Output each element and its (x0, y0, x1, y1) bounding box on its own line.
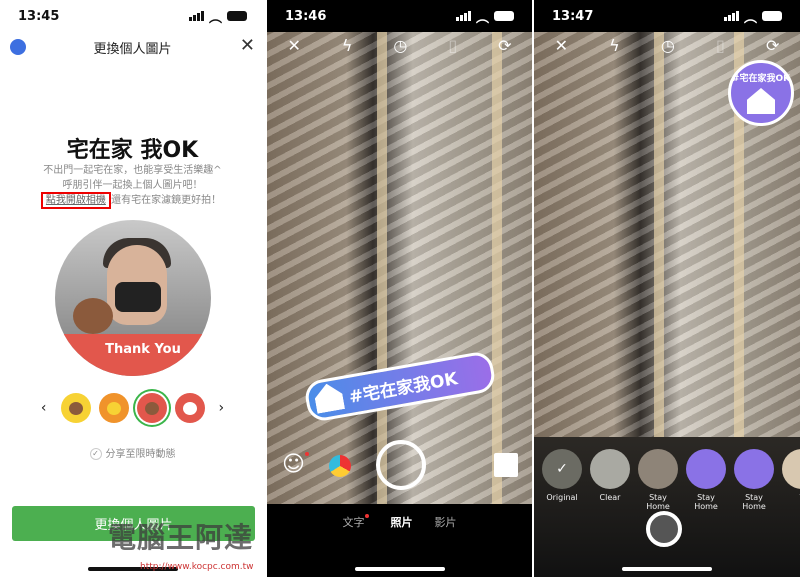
check-icon: ✓ (89, 448, 102, 460)
house-icon (638, 449, 678, 489)
sticker-option[interactable] (98, 393, 129, 423)
share-label: 分享至限時動態 (105, 449, 176, 460)
home-indicator (354, 567, 445, 571)
camera-toolbar: ✕ ϟ ◷ ▯ ⟳ (534, 36, 800, 55)
filter-option[interactable]: ✓ Original (542, 449, 582, 511)
face-effects-icon[interactable]: ☺ (282, 452, 309, 477)
filter-label: Stay Home (646, 493, 670, 511)
signal-icon (455, 11, 471, 21)
flash-off-icon[interactable]: ϟ (609, 36, 620, 55)
filter-option[interactable]: Stay Home (686, 449, 726, 511)
desc-line: 不出門一起宅在家，也能享受生活樂趣^ (43, 165, 222, 176)
app-logo-icon (10, 39, 26, 55)
description: 不出門一起宅在家，也能享受生活樂趣^ 呼朋引伴一起換上個人圖片吧！ 點我開啟相機… (0, 163, 265, 209)
close-icon[interactable]: ✕ (287, 36, 300, 55)
aspect-ratio-icon[interactable]: ▯ (716, 36, 725, 55)
filter-label: Original (546, 493, 578, 502)
status-time: 13:47 (552, 8, 594, 24)
tab-video[interactable]: 影片 (435, 514, 457, 530)
flash-off-icon[interactable]: ϟ (342, 36, 353, 55)
filter-option[interactable]: Clear (590, 449, 630, 511)
home-indicator (622, 567, 712, 571)
avatar-caption: Thank You (55, 334, 211, 376)
status-bar: 13:47 ︵ (534, 0, 800, 32)
sticker-picker: ‹ › (0, 393, 265, 423)
screen-change-profile-image: 13:45 ︵ 更換個人圖片 ✕ 宅在家 我OK 不出門一起宅在家，也能享受生活… (0, 0, 265, 577)
plant-icon (590, 449, 630, 489)
header: 更換個人圖片 ✕ (0, 32, 265, 62)
signal-icon (723, 11, 739, 21)
wifi-icon: ︵ (475, 10, 489, 26)
screen-camera: 13:46 ︵ ✕ ϟ ◷ ▯ ⟳ ☺ 文字 照片 影片 (267, 0, 532, 577)
avatar-preview: Thank You (55, 220, 211, 376)
filter-label: Y (782, 493, 800, 502)
wifi-icon: ︵ (743, 10, 757, 26)
screen-camera-filters: 13:47 ︵ ✕ ϟ ◷ ▯ ⟳ #宅在家我OK ✓ Original Clear… (534, 0, 800, 577)
timer-icon[interactable]: ◷ (393, 36, 407, 55)
switch-camera-icon[interactable]: ⟳ (498, 36, 511, 55)
status-bar: 13:46 ︵ (267, 0, 532, 32)
close-icon[interactable]: ✕ (555, 36, 568, 55)
chevron-right-icon[interactable]: › (213, 400, 231, 416)
share-to-story-checkbox[interactable]: ✓ 分享至限時動態 (0, 445, 265, 460)
desc-line: 還有宅在家濾鏡更好拍！ (111, 195, 222, 206)
camera-viewfinder (267, 32, 532, 504)
bear-sticker-icon (73, 298, 113, 334)
sticker-option[interactable] (136, 393, 167, 423)
watermark: 電腦王阿達 (108, 521, 254, 554)
status-time: 13:46 (285, 8, 327, 24)
shutter-button[interactable] (646, 511, 682, 547)
tab-photo[interactable]: 照片 (391, 514, 413, 530)
character-icon (144, 401, 159, 415)
house-icon (734, 449, 774, 489)
open-camera-link[interactable]: 點我開啟相機 (40, 192, 111, 209)
gallery-thumbnail[interactable] (494, 453, 518, 477)
battery-icon (494, 11, 514, 21)
plant-icon: ✓ (542, 449, 582, 489)
filter-option[interactable]: Y (782, 449, 800, 511)
badge-text: #宅在家我OK (731, 74, 791, 84)
filter-option[interactable]: Stay Home (638, 449, 678, 511)
camera-mode-tabs: 文字 照片 影片 (267, 504, 532, 540)
character-icon (182, 401, 197, 415)
house-icon (686, 449, 726, 489)
battery-icon (762, 11, 782, 21)
house-icon (747, 88, 775, 114)
wifi-icon: ︵ (208, 10, 222, 26)
header-title: 更換個人圖片 (93, 41, 172, 57)
chevron-left-icon[interactable]: ‹ (35, 400, 53, 416)
stay-home-badge: #宅在家我OK (728, 60, 794, 126)
character-icon (106, 401, 121, 415)
close-icon[interactable]: ✕ (240, 35, 255, 56)
watermark-url: http://www.kocpc.com.tw (140, 562, 254, 572)
switch-camera-icon[interactable]: ⟳ (766, 36, 779, 55)
page-title: 宅在家 我OK (66, 138, 199, 163)
filter-label: Clear (599, 493, 621, 502)
house-icon (782, 449, 800, 489)
color-filter-icon[interactable] (329, 455, 351, 477)
camera-toolbar: ✕ ϟ ◷ ▯ ⟳ (267, 36, 532, 55)
shutter-button[interactable] (376, 440, 426, 490)
sticker-option[interactable] (60, 393, 91, 423)
aspect-ratio-icon[interactable]: ▯ (448, 36, 457, 55)
sticker-option[interactable] (174, 393, 205, 423)
filter-tray: ✓ Original Clear Stay Home Stay Home Stay Hom… (534, 437, 800, 577)
desc-line: 呼朋引伴一起換上個人圖片吧！ (62, 180, 203, 191)
status-bar: 13:45 ︵ (0, 0, 265, 32)
timer-icon[interactable]: ◷ (661, 36, 675, 55)
house-icon (313, 381, 345, 413)
filter-label: Stay Home (694, 493, 718, 511)
signal-icon (188, 11, 204, 21)
tab-text[interactable]: 文字 (343, 514, 369, 530)
battery-icon (227, 11, 247, 21)
status-time: 13:45 (18, 8, 60, 24)
filter-label: Stay Home (742, 493, 766, 511)
filter-option[interactable]: Stay Home (734, 449, 774, 511)
character-icon (68, 401, 83, 415)
